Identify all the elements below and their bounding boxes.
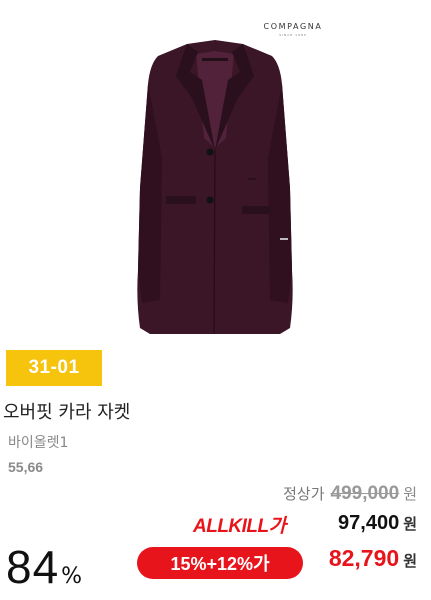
final-price-row: 82,790 원 — [329, 545, 417, 572]
product-color: 바이올렛1 — [8, 435, 69, 451]
item-code-badge: 31-01 — [6, 350, 102, 386]
product-name[interactable]: 오버핏 카라 자켓 — [3, 398, 130, 424]
currency-unit: 원 — [403, 485, 417, 503]
brand-logo: COMPAGNA SINCE 1985 — [258, 22, 328, 37]
currency-unit: 원 — [403, 515, 417, 533]
currency-unit: 원 — [403, 552, 417, 570]
product-image[interactable]: COMPAGNA SINCE 1985 — [0, 0, 431, 340]
regular-price-row: 정상가 499,000 원 — [283, 483, 417, 505]
allkill-price: 97,400 — [338, 512, 400, 534]
discount-rate: 84 % — [6, 540, 82, 594]
product-card[interactable]: COMPAGNA SINCE 1985 31-01 오버핏 카라 자켓 바이올렛… — [0, 0, 431, 600]
allkill-logo: ALLKILL가 — [193, 515, 286, 537]
jacket-image — [137, 40, 293, 335]
discount-rate-value: 84 — [6, 541, 60, 593]
discount-rate-unit: % — [61, 564, 83, 589]
regular-price-label: 정상가 — [283, 485, 325, 503]
regular-price: 499,000 — [330, 483, 400, 504]
allkill-price-row: 97,400 원 — [338, 512, 417, 535]
final-price: 82,790 — [328, 545, 400, 571]
discount-badge: 15%+12%가 — [137, 547, 303, 579]
brand-name: COMPAGNA — [263, 22, 323, 31]
product-sizes: 55,66 — [8, 459, 44, 475]
brand-sub: SINCE 1985 — [279, 33, 307, 37]
